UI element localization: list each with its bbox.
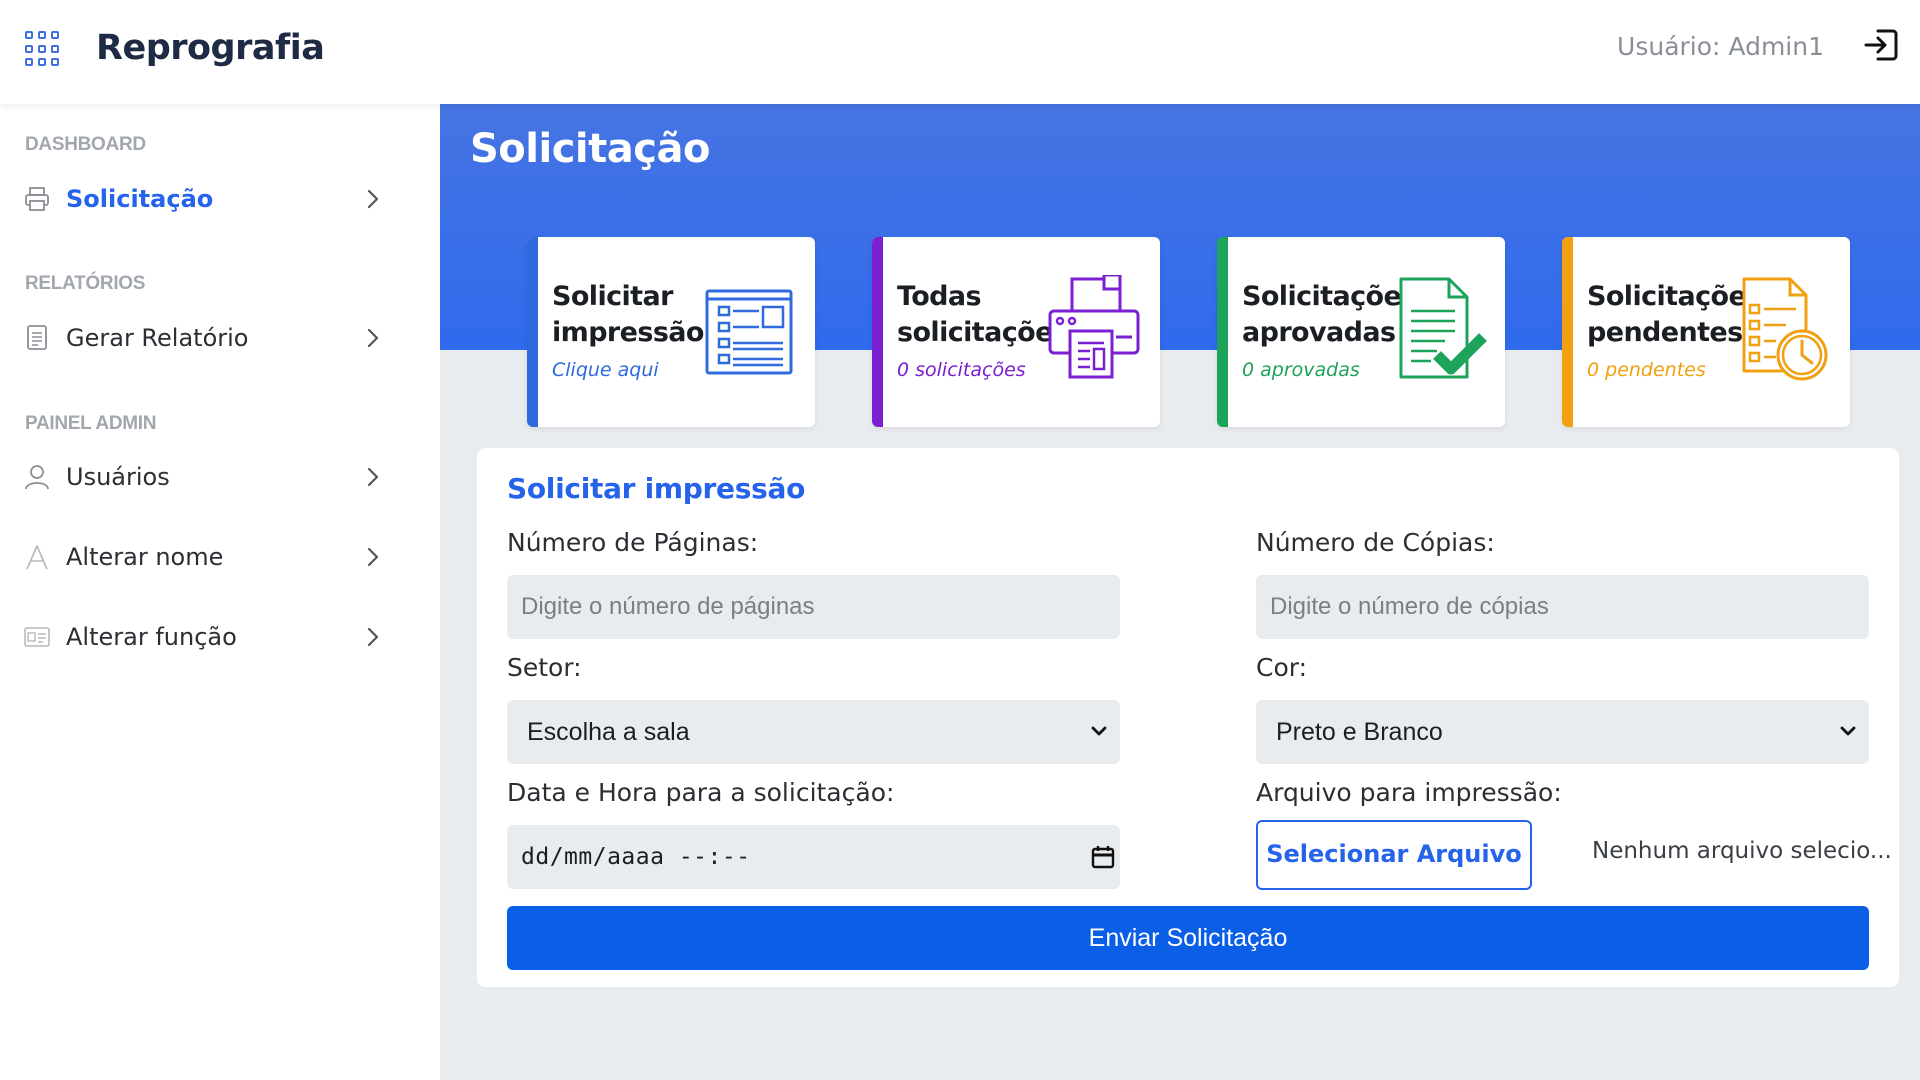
document-clock-icon: [1742, 277, 1828, 381]
section-dashboard: DASHBOARD: [25, 134, 146, 155]
pages-input[interactable]: [507, 575, 1120, 639]
form-list-icon: [705, 289, 793, 375]
form-title: Solicitar impressão: [507, 472, 806, 505]
sidebar-item-label: Gerar Relatório: [66, 324, 249, 352]
chevron-down-icon: [1091, 726, 1107, 736]
logout-icon[interactable]: [1862, 26, 1900, 64]
color-selected-value: Preto e Branco: [1276, 718, 1443, 746]
sidebar-item-usuarios[interactable]: Usuários: [0, 449, 440, 505]
pages-label: Número de Páginas:: [507, 528, 759, 557]
sidebar-item-alterar-nome[interactable]: Alterar nome: [0, 529, 440, 585]
printer-icon: [25, 187, 49, 211]
sector-label: Setor:: [507, 653, 582, 682]
calendar-icon[interactable]: [1090, 844, 1116, 870]
sidebar-item-label: Usuários: [66, 463, 170, 491]
app-grid-icon[interactable]: [25, 31, 61, 67]
card-title: Todas solicitações: [897, 281, 1069, 348]
color-label: Cor:: [1256, 653, 1308, 682]
sidebar: DASHBOARD Solicitação RELATÓRIOS Gerar R…: [0, 104, 440, 1080]
datetime-input[interactable]: dd/mm/aaaa --:--: [507, 825, 1120, 889]
card-subtitle: 0 solicitações: [897, 359, 1026, 381]
chevron-down-icon: [1840, 726, 1856, 736]
card-accent-stripe: [527, 237, 538, 427]
chevron-right-icon: [367, 189, 379, 209]
card-todas-solicitacoes[interactable]: Todas solicitações 0 solicitações: [872, 237, 1160, 427]
card-subtitle: Clique aqui: [552, 359, 659, 381]
datetime-label: Data e Hora para a solicitação:: [507, 778, 895, 807]
sidebar-item-solicitacao[interactable]: Solicitação: [0, 171, 440, 227]
card-subtitle: 0 aprovadas: [1242, 359, 1360, 381]
sector-selected-value: Escolha a sala: [527, 718, 690, 746]
id-card-icon: [24, 627, 50, 647]
chevron-right-icon: [367, 328, 379, 348]
card-accent-stripe: [1562, 237, 1573, 427]
card-solicitacoes-pendentes[interactable]: Solicitações pendentes 0 pendentes: [1562, 237, 1850, 427]
section-relatorios: RELATÓRIOS: [25, 273, 146, 294]
page-title: Solicitação: [470, 126, 710, 172]
card-accent-stripe: [1217, 237, 1228, 427]
section-painel-admin: PAINEL ADMIN: [25, 413, 157, 434]
app-title: Reprografia: [96, 28, 325, 68]
document-check-icon: [1399, 277, 1487, 379]
letter-a-icon: [26, 545, 48, 570]
sidebar-item-label: Solicitação: [66, 185, 214, 213]
sidebar-item-gerar-relatorio[interactable]: Gerar Relatório: [0, 310, 440, 366]
document-icon: [27, 325, 47, 350]
top-bar: Reprografia Usuário: Admin1: [0, 0, 1920, 104]
copies-label: Número de Cópias:: [1256, 528, 1495, 557]
sidebar-item-label: Alterar função: [66, 623, 237, 651]
card-solicitar-impressao[interactable]: Solicitar impressão Clique aqui: [527, 237, 815, 427]
file-status: Nenhum arquivo selecio...: [1592, 838, 1892, 864]
card-title: Solicitações pendentes: [1587, 281, 1762, 348]
file-label: Arquivo para impressão:: [1256, 778, 1562, 807]
submit-button[interactable]: Enviar Solicitação: [507, 906, 1869, 970]
card-subtitle: 0 pendentes: [1587, 359, 1706, 381]
select-file-button[interactable]: Selecionar Arquivo: [1256, 820, 1532, 890]
sector-select[interactable]: Escolha a sala: [507, 700, 1120, 764]
copies-input[interactable]: [1256, 575, 1869, 639]
sidebar-item-label: Alterar nome: [66, 543, 224, 571]
color-select[interactable]: Preto e Branco: [1256, 700, 1869, 764]
datetime-placeholder: dd/mm/aaaa --:--: [521, 844, 751, 870]
user-icon: [25, 465, 49, 490]
card-solicitacoes-aprovadas[interactable]: Solicitações aprovadas 0 aprovadas: [1217, 237, 1505, 427]
chevron-right-icon: [367, 467, 379, 487]
chevron-right-icon: [367, 627, 379, 647]
card-title: Solicitações aprovadas: [1242, 281, 1417, 348]
user-label: Usuário: Admin1: [1617, 32, 1824, 61]
printer-icon: [1048, 275, 1140, 379]
chevron-right-icon: [367, 547, 379, 567]
card-accent-stripe: [872, 237, 883, 427]
sidebar-item-alterar-funcao[interactable]: Alterar função: [0, 609, 440, 665]
card-title: Solicitar impressão: [552, 281, 704, 348]
